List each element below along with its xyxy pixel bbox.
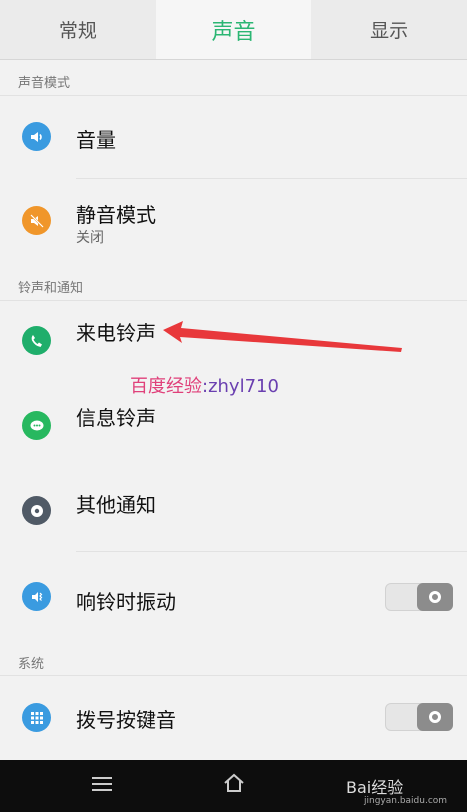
menu-icon[interactable] [92,777,112,791]
watermark: 百度经验:zhyl710 [130,372,279,398]
annotation-arrow [163,321,402,352]
bottom-nav: Bai经验 jingyan.baidu.com [0,760,467,812]
baidu-logo: Bai经验 [346,778,404,797]
watermark-text: 百度经验 [130,376,202,397]
baidu-url: jingyan.baidu.com [364,796,448,806]
home-icon[interactable] [222,772,246,798]
watermark-handle: :zhyl710 [202,376,279,397]
